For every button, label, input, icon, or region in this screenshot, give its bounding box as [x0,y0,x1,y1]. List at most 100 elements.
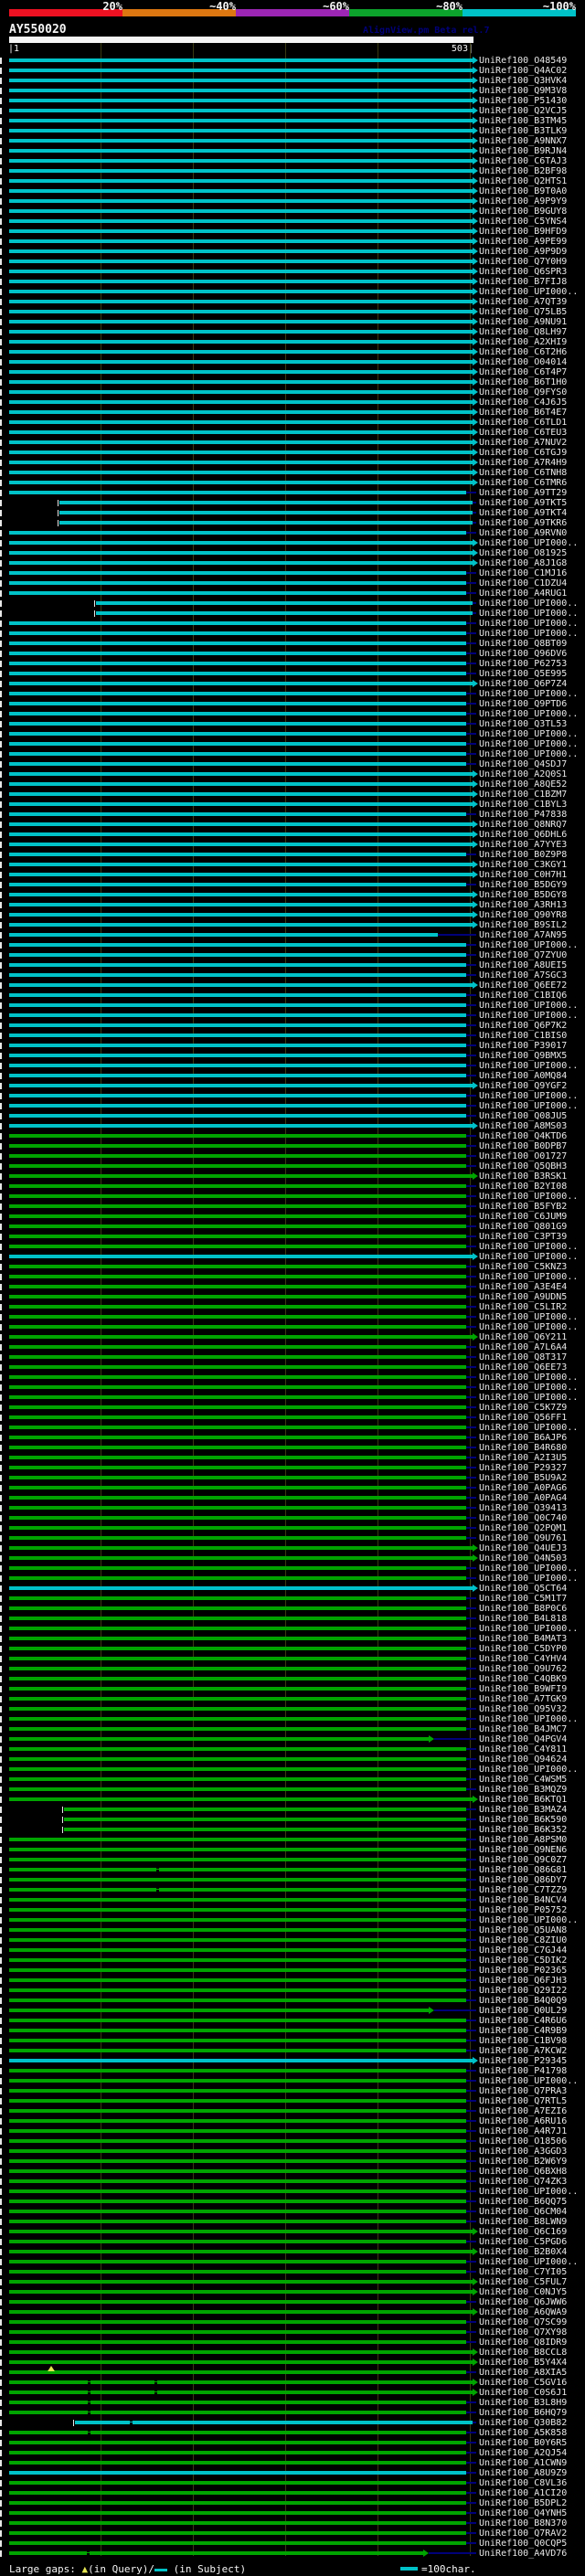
hit-label: UniRef100_Q08JU5 [479,1111,568,1121]
alignment-bar [9,1003,466,1007]
hit-label: UniRef100_Q3TL53 [479,719,568,729]
subject-tail-line [466,753,476,755]
hit-row: UniRef100_Q96DV6 [0,649,585,659]
alignment-start-tick [62,1827,63,1833]
hit-row: UniRef100_B5FYB2 [0,1202,585,1212]
alignment-bar [9,832,473,836]
row-left-tick [0,349,2,355]
row-left-tick [0,178,2,185]
row-left-tick [0,379,2,386]
hit-label: UniRef100_UPI000.. [479,1564,579,1574]
subject-extends-arrow-icon [473,308,478,315]
row-left-tick [0,1344,2,1351]
row-left-tick [0,2530,2,2537]
hit-row: UniRef100_UPI000.. [0,1322,585,1332]
subject-extends-arrow-icon [473,2288,478,2295]
hit-label: UniRef100_UPI000.. [479,1574,579,1584]
subject-tail-line [466,1708,476,1710]
subject-extends-arrow-icon [473,87,478,94]
hit-row: UniRef100_C4WSM5 [0,1775,585,1785]
hit-label: UniRef100_C4Y811 [479,1744,568,1754]
scale-tick-label: ~60% [323,0,349,13]
hit-label: UniRef100_UPI000.. [479,2187,579,2197]
row-left-tick [0,721,2,727]
hit-label: UniRef100_B8CCL8 [479,2348,568,2358]
alignment-bar [9,1606,466,1610]
alignment-bar [9,330,473,334]
hit-row: UniRef100_Q2HTS1 [0,176,585,186]
legend-query-text: (in Query)/ [88,2563,154,2575]
row-left-tick [0,932,2,938]
subject-gap-notch-icon [156,1868,159,1871]
alignment-bar [9,863,473,866]
hit-label: UniRef100_C7YI05 [479,2267,568,2277]
hit-label: UniRef100_Q29I22 [479,1986,568,1996]
hit-label: UniRef100_Q9FYS0 [479,387,568,398]
hit-label: UniRef100_Q4YNH5 [479,2508,568,2518]
subject-tail-line [466,2160,476,2162]
row-left-tick [0,731,2,737]
hit-row: UniRef100_Q30B82 [0,2418,585,2428]
alignment-bar [9,1044,466,1047]
subject-tail-line [466,1165,476,1167]
subject-extends-arrow-icon [473,1544,478,1552]
scale-tick-label: ~80% [436,0,463,13]
row-left-tick [0,399,2,406]
row-left-tick [0,520,2,526]
hit-row: UniRef100_A0PAG6 [0,1483,585,1493]
row-left-tick [0,2440,2,2446]
subject-tail-line [466,2301,476,2303]
alignment-bar [75,2421,473,2424]
alignment-bar [9,1717,466,1721]
subject-tail-line [466,632,476,634]
subject-tail-line [466,1185,476,1187]
hit-row: UniRef100_P51430 [0,96,585,106]
subject-tail-line [466,884,476,885]
subject-tail-line [466,1457,476,1458]
subject-tail-line [466,2180,476,2182]
hit-row: UniRef100_C6TLD1 [0,418,585,428]
row-left-tick [0,2329,2,2336]
alignment-bar [9,812,466,816]
hit-row: UniRef100_B9SIL2 [0,920,585,930]
hit-label: UniRef100_B6K590 [479,1815,568,1825]
hit-label: UniRef100_C1BV98 [479,2036,568,2046]
alignment-bar [9,1104,466,1108]
hit-row: UniRef100_B6T4E7 [0,408,585,418]
subject-tail-line [466,1959,476,1961]
row-left-tick [0,2380,2,2386]
hit-label: UniRef100_B0Z9P8 [479,850,568,860]
hit-label: UniRef100_P39017 [479,1041,568,1051]
subject-tail-line [466,2512,476,2514]
alignment-bar [9,2109,466,2113]
row-left-tick [0,1807,2,1813]
hit-label: UniRef100_A8PSM0 [479,1835,568,1845]
row-left-tick [0,1837,2,1843]
subject-extends-arrow-icon [473,800,478,808]
hit-row: UniRef100_B3MQZ9 [0,1785,585,1795]
row-left-tick [0,1475,2,1481]
hit-label: UniRef100_A9NU91 [479,317,568,327]
row-left-tick [0,2229,2,2235]
subject-extends-arrow-icon [473,780,478,788]
subject-tail-line [466,1728,476,1730]
subject-tail-line [466,1658,476,1659]
hit-row: UniRef100_A3GGD3 [0,2147,585,2157]
row-left-tick [0,1415,2,1421]
row-left-tick [0,2359,2,2366]
alignment-bar [9,591,466,595]
row-left-tick [0,801,2,808]
alignment-bar [9,692,466,695]
alignment-bar [96,611,473,615]
hit-label: UniRef100_C5M1T7 [479,1594,568,1604]
row-left-tick [0,852,2,858]
hit-row: UniRef100_B6HQ79 [0,2408,585,2418]
hit-row: UniRef100_A9TKT4 [0,508,585,518]
legend-subject-text: (in Subject) [166,2563,247,2575]
alignment-bar [9,2411,466,2414]
row-left-tick [0,1977,2,1984]
row-left-tick [0,1676,2,1682]
hit-label: UniRef100_A3GGD3 [479,2147,568,2157]
hit-label: UniRef100_UPI000.. [479,2257,579,2267]
hit-label: UniRef100_C4YHV4 [479,1654,568,1664]
